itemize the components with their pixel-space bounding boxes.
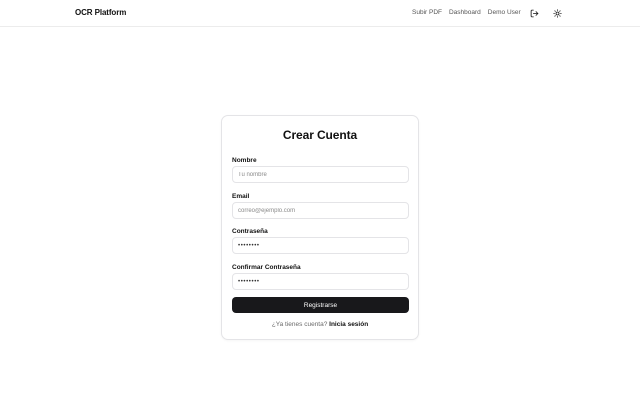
login-prompt-text: ¿Ya tienes cuenta? <box>271 321 328 328</box>
top-navbar: OCR Platform Subir PDF Dashboard Demo Us… <box>0 0 640 27</box>
sun-icon[interactable] <box>552 8 563 19</box>
nav-link-upload-pdf[interactable]: Subir PDF <box>412 9 442 16</box>
brand-logo-text[interactable]: OCR Platform <box>75 8 126 17</box>
nav-links: Subir PDF Dashboard Demo User <box>412 9 521 16</box>
nav-link-dashboard[interactable]: Dashboard <box>449 9 481 16</box>
confirm-password-label: Confirmar Contraseña <box>232 264 301 271</box>
page-title: Crear Cuenta <box>282 128 358 142</box>
login-link[interactable]: Inicia sesión <box>329 321 368 328</box>
name-input[interactable] <box>232 166 409 183</box>
email-label: Email <box>232 193 250 200</box>
name-label: Nombre <box>232 157 257 164</box>
logout-icon[interactable] <box>529 8 540 19</box>
login-prompt: ¿Ya tienes cuenta? Inicia sesión <box>222 321 418 328</box>
email-input[interactable] <box>232 202 409 219</box>
register-button[interactable]: Registrarse <box>232 297 409 313</box>
confirm-password-input[interactable] <box>232 273 409 290</box>
password-label: Contraseña <box>232 228 268 235</box>
register-card: Crear Cuenta Nombre Email Contraseña Con… <box>221 115 419 340</box>
password-input[interactable] <box>232 237 409 254</box>
user-name: Demo User <box>487 9 521 16</box>
